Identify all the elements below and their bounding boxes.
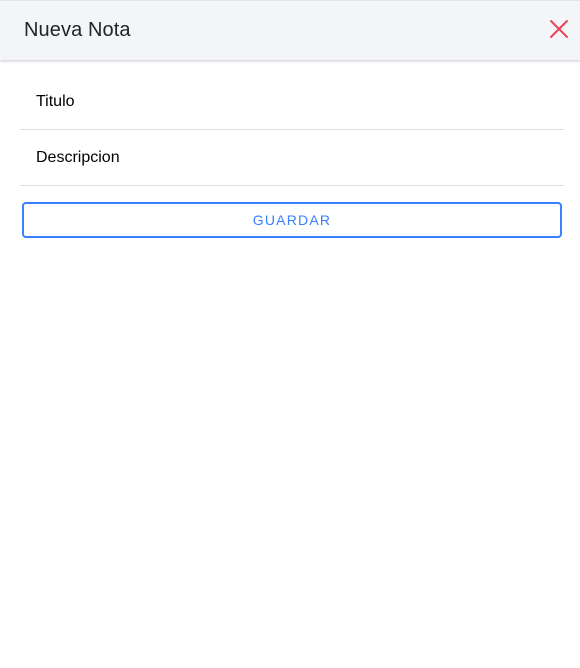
new-note-modal: Nueva Nota GUARDAR [0,0,580,668]
title-input[interactable] [36,74,556,129]
title-field-container [20,74,564,130]
save-button[interactable]: GUARDAR [22,202,562,238]
description-input[interactable] [36,130,556,185]
close-button[interactable] [548,18,570,40]
description-field-container [20,130,564,186]
modal-title: Nueva Nota [24,19,131,41]
close-icon [550,20,568,38]
modal-header: Nueva Nota [0,0,580,60]
